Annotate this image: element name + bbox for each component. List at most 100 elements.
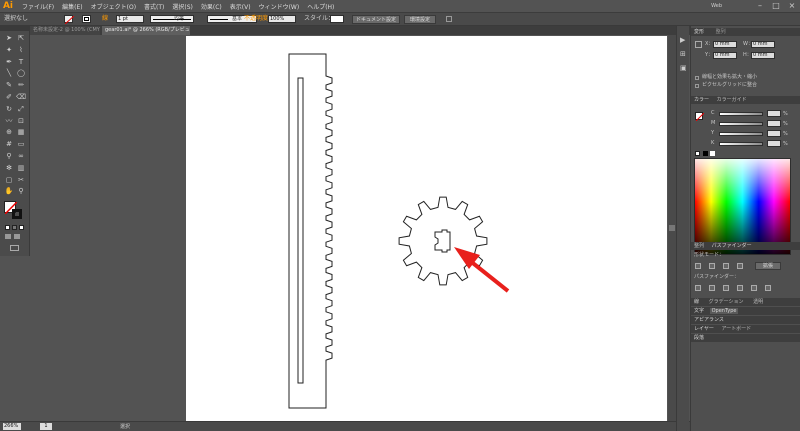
collapse-panels-icon[interactable]: ▶ — [680, 36, 685, 44]
stroke-profile-select[interactable] — [150, 15, 194, 23]
panel-icon-2[interactable]: ▣ — [680, 64, 687, 72]
trim-icon[interactable] — [709, 285, 715, 291]
scroll-thumb[interactable] — [669, 225, 675, 231]
eraser-tool-icon[interactable]: ⌫ — [16, 93, 26, 101]
pencil-tool-icon[interactable]: ✏ — [16, 81, 26, 89]
channel-slider[interactable] — [719, 122, 763, 126]
channel-value-field[interactable] — [767, 110, 781, 117]
scale-strokes-checkbox[interactable] — [695, 76, 699, 80]
tab-paragraph[interactable]: 段落 — [694, 335, 704, 341]
gradient-tool-icon[interactable]: ▭ — [16, 140, 26, 148]
appearance-panel-header[interactable]: アピアランス — [691, 316, 800, 324]
vertical-scrollbar[interactable] — [668, 35, 676, 421]
tab-appearance[interactable]: アピアランス — [694, 317, 724, 323]
white-swatch[interactable] — [710, 151, 715, 156]
lasso-tool-icon[interactable]: ⌇ — [16, 46, 26, 54]
menu-item[interactable]: 選択(S) — [172, 2, 193, 11]
stroke-weight-field[interactable]: 1 pt — [116, 15, 144, 23]
color-spectrum[interactable] — [694, 158, 791, 255]
x-field[interactable]: 0 mm — [713, 41, 737, 48]
divide-icon[interactable] — [695, 285, 701, 291]
opacity-label[interactable]: 不透明度 — [244, 13, 268, 25]
stroke-color-swatch[interactable] — [12, 209, 22, 219]
menu-item[interactable]: ファイル(F) — [22, 2, 54, 11]
maximize-icon[interactable]: □ — [768, 0, 784, 12]
tab-stroke[interactable]: 線 — [694, 299, 699, 305]
tab-document-2[interactable]: gear01.ai* @ 266% (RGB/プレビュー) — [102, 26, 190, 35]
intersect-icon[interactable] — [723, 263, 729, 269]
rotate-tool-icon[interactable]: ↻ — [4, 105, 14, 113]
draw-mode-icon[interactable] — [5, 234, 11, 239]
menu-item[interactable]: 表示(V) — [230, 2, 251, 11]
artboard[interactable] — [186, 36, 667, 424]
unite-icon[interactable] — [695, 263, 701, 269]
opacity-field[interactable]: 100% — [268, 15, 296, 23]
stroke-swatch[interactable] — [82, 15, 91, 23]
screen-mode-icon[interactable] — [10, 245, 19, 251]
tab-artboards[interactable]: アートボード — [721, 326, 751, 332]
menu-item[interactable]: ヘルプ(H) — [307, 2, 334, 11]
free-transform-tool-icon[interactable]: ⊡ — [16, 117, 26, 125]
tab-transform[interactable]: 変形 — [694, 29, 704, 35]
minus-front-icon[interactable] — [709, 263, 715, 269]
eyedropper-tool-icon[interactable]: ⚲ — [4, 152, 14, 160]
blob-brush-tool-icon[interactable]: ✐ — [4, 93, 14, 101]
artboard-tool-icon[interactable]: ▢ — [4, 176, 14, 184]
color-mode-icon[interactable] — [5, 225, 10, 230]
tools-panel-header[interactable] — [0, 26, 30, 31]
close-icon[interactable]: × — [784, 0, 800, 12]
tab-color[interactable]: カラー — [694, 97, 709, 103]
tab-layers[interactable]: レイヤー — [694, 326, 714, 332]
outline-icon[interactable] — [751, 285, 757, 291]
pen-tool-icon[interactable]: ✒ — [4, 58, 14, 66]
tab-align-2[interactable]: 整列 — [694, 243, 704, 249]
tab-align[interactable]: 整列 — [716, 29, 726, 35]
column-graph-tool-icon[interactable]: ▥ — [16, 164, 26, 172]
exclude-icon[interactable] — [737, 263, 743, 269]
tab-opentype[interactable]: OpenType — [709, 308, 739, 314]
mesh-tool-icon[interactable]: # — [4, 140, 14, 148]
paintbrush-tool-icon[interactable]: ✎ — [4, 81, 14, 89]
hand-tool-icon[interactable]: ✋ — [4, 187, 14, 195]
scale-tool-icon[interactable]: ⤢ — [16, 105, 26, 113]
gear-hub-keyway[interactable] — [434, 229, 451, 253]
none-mode-icon[interactable] — [19, 225, 24, 230]
rack-slot-outline[interactable] — [297, 77, 304, 384]
expand-button[interactable]: 拡張 — [755, 262, 781, 270]
character-panel-header[interactable]: 文字 OpenType — [691, 307, 800, 315]
symbol-sprayer-tool-icon[interactable]: ✻ — [4, 164, 14, 172]
ellipse-tool-icon[interactable]: ◯ — [16, 69, 26, 77]
pathfinder-panel-header[interactable]: 整列 パスファインダー — [691, 242, 800, 250]
arrange-documents-icon[interactable] — [446, 16, 452, 22]
draw-behind-icon[interactable] — [14, 234, 20, 239]
tab-document-1[interactable]: 名称未設定-2 @ 100% (CMYK/プレビュー) — [30, 26, 100, 35]
none-swatch[interactable] — [695, 151, 700, 156]
tab-character[interactable]: 文字 — [694, 308, 704, 314]
artboard-number-field[interactable]: 1 — [40, 423, 52, 430]
color-panel-header[interactable]: カラー カラーガイド — [691, 96, 800, 104]
menu-item[interactable]: 書式(T) — [144, 2, 164, 11]
minus-back-icon[interactable] — [765, 285, 771, 291]
preferences-button[interactable]: 環境設定 — [404, 15, 436, 24]
reference-point-icon[interactable] — [695, 41, 702, 48]
transform-panel-header[interactable]: 変形 整列 — [691, 28, 800, 36]
menu-item[interactable]: オブジェクト(O) — [91, 2, 136, 11]
minimize-icon[interactable]: – — [752, 0, 768, 12]
stroke-label[interactable]: 線 — [102, 13, 108, 25]
gradient-mode-icon[interactable] — [12, 225, 17, 230]
blend-tool-icon[interactable]: ∞ — [16, 152, 26, 160]
panel-icon-1[interactable]: ⊞ — [680, 50, 686, 58]
menu-item[interactable]: ウィンドウ(W) — [259, 2, 300, 11]
shape-builder-tool-icon[interactable]: ⊕ — [4, 128, 14, 136]
channel-value-field[interactable] — [767, 140, 781, 147]
perspective-grid-tool-icon[interactable]: ▦ — [16, 128, 26, 136]
menu-item[interactable]: 効果(C) — [201, 2, 222, 11]
channel-value-field[interactable] — [767, 130, 781, 137]
rack-gear-outline[interactable] — [288, 53, 333, 409]
workspace-switcher[interactable]: Web — [711, 3, 722, 9]
channel-value-field[interactable] — [767, 120, 781, 127]
slice-tool-icon[interactable]: ✂ — [16, 176, 26, 184]
black-swatch[interactable] — [703, 151, 708, 156]
warp-tool-icon[interactable]: 〰 — [4, 117, 14, 125]
document-setup-button[interactable]: ドキュメント設定 — [352, 15, 400, 24]
